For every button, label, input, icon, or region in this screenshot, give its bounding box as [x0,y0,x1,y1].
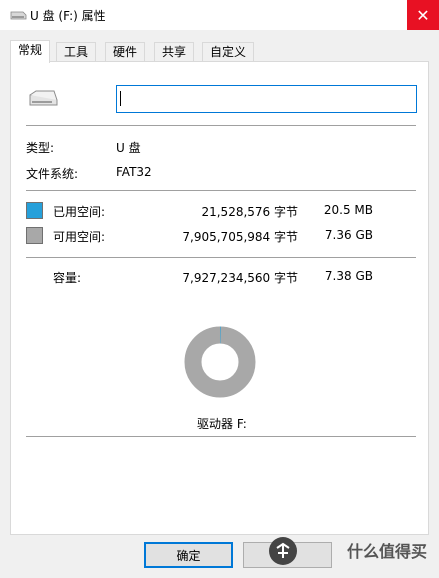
close-button[interactable]: ✕ [407,0,439,30]
used-space-bytes: 21,528,576 字节 [201,205,298,219]
capacity-size: 7.38 GB [324,269,373,283]
close-icon: ✕ [416,5,430,25]
text-caret [120,91,121,106]
ok-button[interactable]: 确定 [144,542,233,568]
filesystem-value: FAT32 [116,165,152,179]
drive-letter-label: 驱动器 F: [197,417,247,431]
separator [26,257,416,258]
usb-drive-icon [29,90,58,106]
tab-tools[interactable]: 工具 [56,42,97,62]
tab-customize[interactable]: 自定义 [202,42,255,62]
type-label: 类型: [26,141,55,155]
type-value: U 盘 [116,141,141,155]
filesystem-label: 文件系统: [26,167,79,181]
tab-sharing[interactable]: 共享 [154,42,195,62]
free-space-swatch [26,227,43,244]
separator [26,125,416,126]
usage-donut-chart [184,326,256,398]
free-space-size: 7.36 GB [324,228,373,242]
used-space-size: 20.5 MB [323,203,373,217]
tab-general[interactable]: 常规 [10,40,51,63]
free-space-bytes: 7,905,705,984 字节 [182,230,298,244]
separator [26,190,416,191]
drive-name-input[interactable] [116,85,417,113]
title-bar[interactable]: U 盘 (F:) 属性 ✕ [0,0,439,30]
watermark-logo-icon [269,537,297,565]
tab-hardware[interactable]: 硬件 [105,42,146,62]
capacity-bytes: 7,927,234,560 字节 [182,271,298,285]
general-panel: 类型: U 盘 文件系统: FAT32 已用空间: 21,528,576 字节 … [10,61,429,535]
used-space-label: 已用空间: [53,205,106,219]
capacity-label: 容量: [53,271,82,285]
used-space-swatch [26,202,43,219]
watermark-text: 什么值得买 [346,542,427,561]
free-space-label: 可用空间: [53,230,106,244]
usb-drive-icon [10,11,27,20]
properties-dialog: 常规 工具 硬件 共享 自定义 类型: U 盘 文件系统: FAT32 已用空间… [0,30,439,578]
window-title: U 盘 (F:) 属性 [30,9,106,23]
separator [26,436,416,437]
